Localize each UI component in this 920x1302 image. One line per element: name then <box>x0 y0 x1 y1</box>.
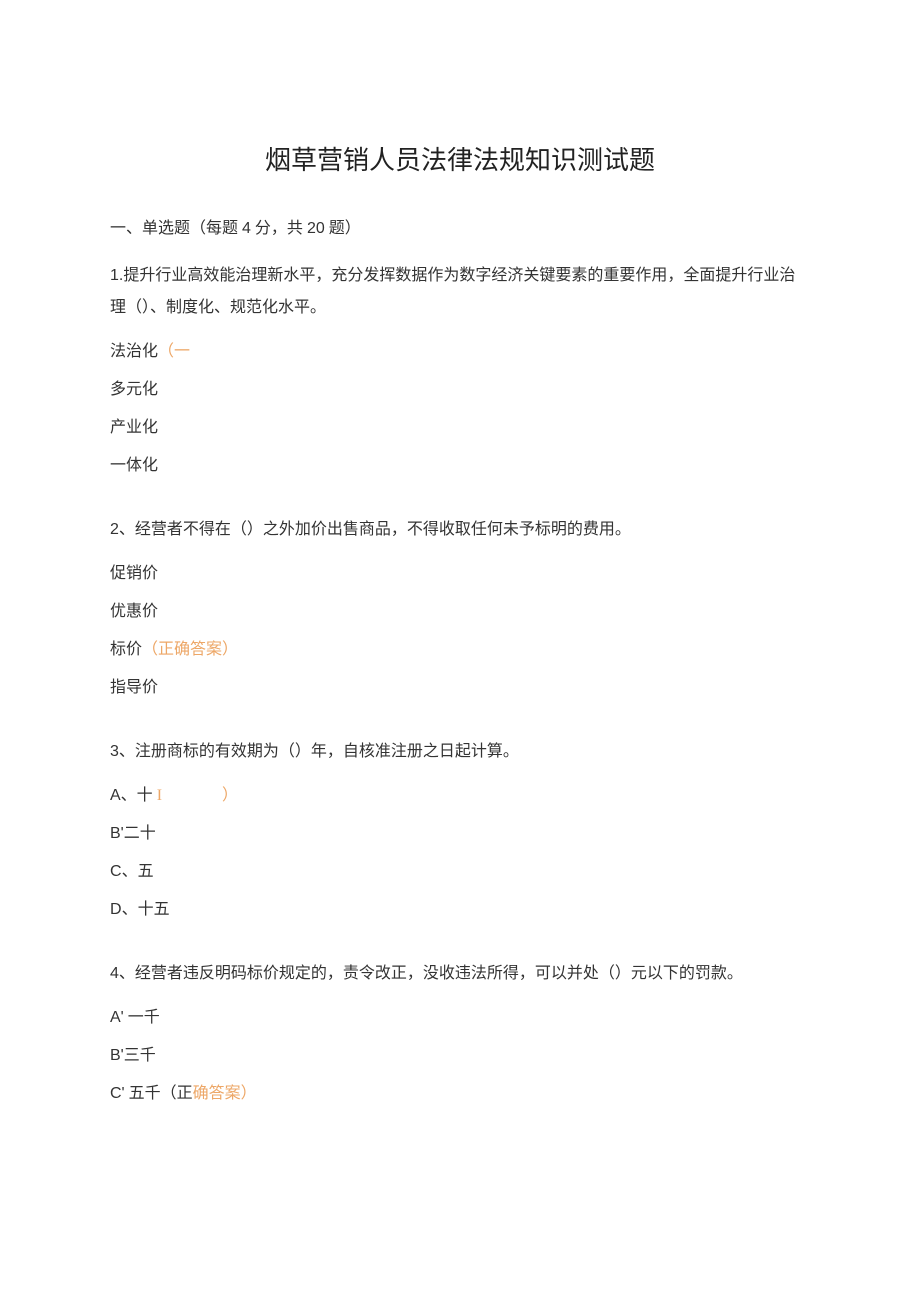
q3-option-b-text: 二十 <box>124 825 156 842</box>
q3-option-b-label: B' <box>110 825 124 842</box>
q2-option-c: 标价（正确答案） <box>110 634 810 666</box>
q4-option-b-label: B' <box>110 1047 124 1064</box>
q4-option-c-text: 五千（正 <box>125 1085 193 1102</box>
question-block-2: 2、经营者不得在（）之外加价出售商品，不得收取任何未予标明的费用。 促销价 优惠… <box>110 514 810 704</box>
q4-option-b: B'三千 <box>110 1040 810 1072</box>
q2-option-c-text: 标价 <box>110 641 142 658</box>
q1-option-a-hint: （一 <box>158 343 190 360</box>
q3-option-a: A、十 I ） <box>110 780 810 812</box>
q3-option-d: D、十五 <box>110 894 810 926</box>
q2-body: 、经营者不得在（）之外加价出售商品，不得收取任何未予标明的费用。 <box>119 521 631 538</box>
q3-option-d-label: D <box>110 901 122 918</box>
q3-body: 、注册商标的有效期为（）年，自核准注册之日起计算。 <box>119 743 519 760</box>
q3-option-d-text: 、十五 <box>122 901 170 918</box>
question-1-text: 1.提升行业高效能治理新水平，充分发挥数据作为数字经济关键要素的重要作用，全面提… <box>110 260 810 324</box>
question-2-text: 2、经营者不得在（）之外加价出售商品，不得收取任何未予标明的费用。 <box>110 514 810 546</box>
q3-option-a-text: 、十 <box>121 787 153 804</box>
section-heading-suffix: 题） <box>325 220 361 237</box>
question-4-text: 4、经营者违反明码标价规定的，责令改正，没收违法所得，可以并处（）元以下的罚款。 <box>110 958 810 990</box>
q1-body: 提升行业高效能治理新水平，充分发挥数据作为数字经济关键要素的重要作用，全面提升行… <box>110 267 795 316</box>
question-block-4: 4、经营者违反明码标价规定的，责令改正，没收违法所得，可以并处（）元以下的罚款。… <box>110 958 810 1110</box>
q3-option-b: B'二十 <box>110 818 810 850</box>
q3-option-c: C、五 <box>110 856 810 888</box>
section-heading: 一、单选题（每题 4 分，共 20 题） <box>110 215 810 244</box>
q1-number: 1. <box>110 267 123 284</box>
q2-option-b: 优惠价 <box>110 596 810 628</box>
q3-option-a-hint-2: ） <box>222 787 238 804</box>
q2-option-d: 指导价 <box>110 672 810 704</box>
q3-option-c-text: 、五 <box>122 863 154 880</box>
section-heading-mid: 分，共 <box>251 220 307 237</box>
q4-body: 、经营者违反明码标价规定的，责令改正，没收违法所得，可以并处（）元以下的罚款。 <box>119 965 743 982</box>
q4-option-a: A' 一千 <box>110 1002 810 1034</box>
document-page: 烟草营销人员法律法规知识测试题 一、单选题（每题 4 分，共 20 题） 1.提… <box>0 0 920 1202</box>
q3-option-c-label: C <box>110 863 122 880</box>
q4-option-c-hint: 确答案） <box>193 1085 257 1102</box>
q1-option-a: 法治化（一 <box>110 336 810 368</box>
q2-option-a: 促销价 <box>110 558 810 590</box>
q2-number: 2 <box>110 521 119 538</box>
question-block-3: 3、注册商标的有效期为（）年，自核准注册之日起计算。 A、十 I ） B'二十 C… <box>110 736 810 926</box>
section-heading-count: 20 <box>307 220 325 237</box>
q3-number: 3 <box>110 743 119 760</box>
q4-option-a-label: A' <box>110 1009 124 1026</box>
section-heading-points: 4 <box>242 220 251 237</box>
q2-option-c-hint: （正确答案） <box>142 641 238 658</box>
section-heading-prefix: 一、单选题（每题 <box>110 220 242 237</box>
q4-option-b-text: 三千 <box>124 1047 156 1064</box>
q4-option-a-text: 一千 <box>124 1009 160 1026</box>
question-3-text: 3、注册商标的有效期为（）年，自核准注册之日起计算。 <box>110 736 810 768</box>
q3-option-a-label: A <box>110 787 121 804</box>
document-title: 烟草营销人员法律法规知识测试题 <box>110 140 810 177</box>
q1-option-c: 产业化 <box>110 412 810 444</box>
q4-number: 4 <box>110 965 119 982</box>
question-block-1: 1.提升行业高效能治理新水平，充分发挥数据作为数字经济关键要素的重要作用，全面提… <box>110 260 810 482</box>
q1-option-a-text: 法治化 <box>110 343 158 360</box>
q4-option-c-label: C' <box>110 1085 125 1102</box>
q4-option-c: C' 五千（正确答案） <box>110 1078 810 1110</box>
q1-option-d: 一体化 <box>110 450 810 482</box>
q3-option-a-hint-1: I <box>153 787 162 804</box>
q1-option-b: 多元化 <box>110 374 810 406</box>
